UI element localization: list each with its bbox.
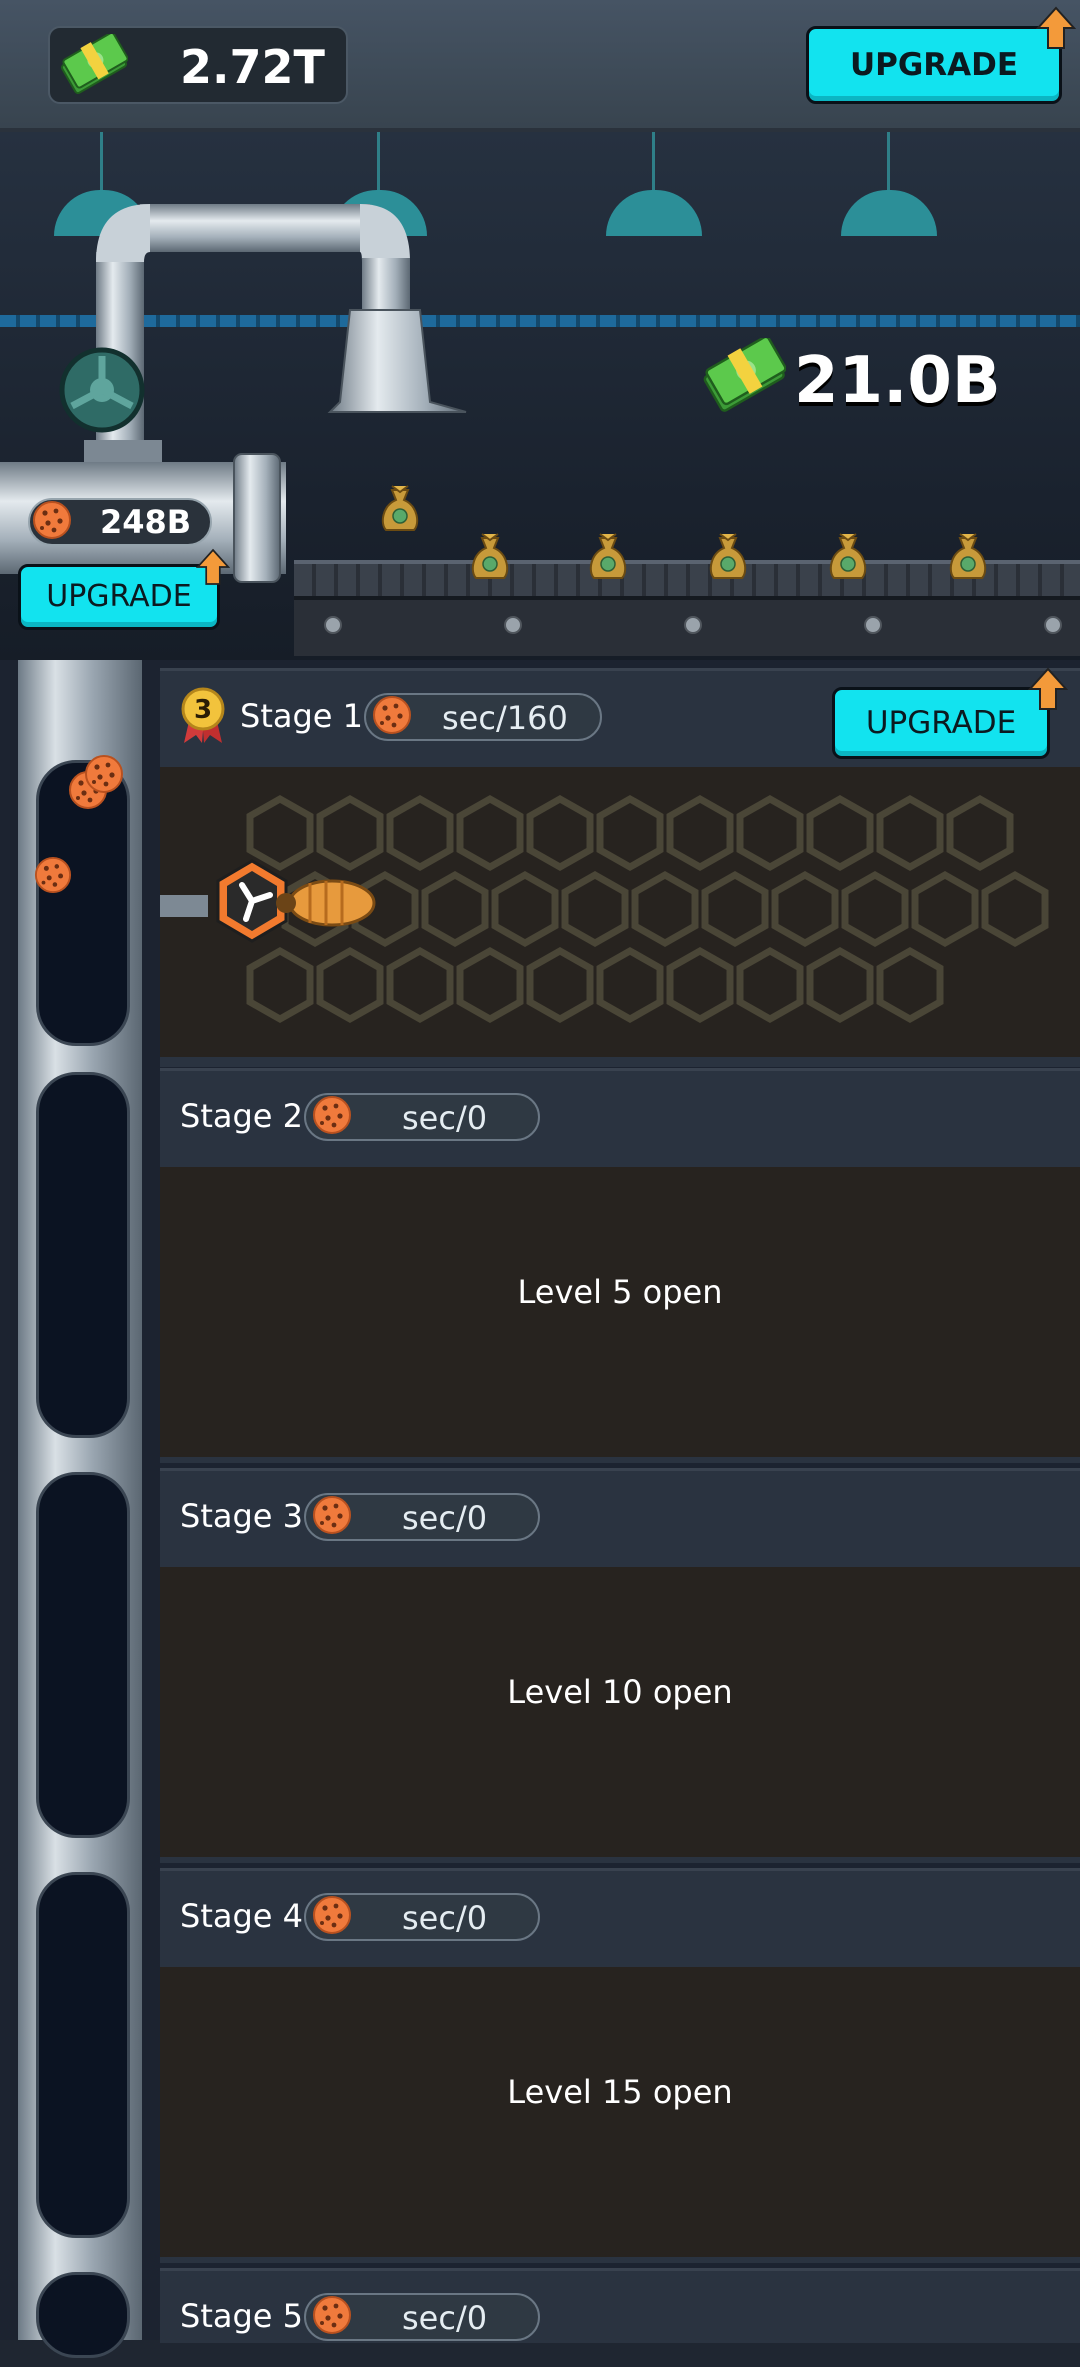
upgrade-arrow-icon — [1036, 6, 1076, 50]
level-medal-icon: 3 — [181, 687, 225, 743]
stage-2-rate: sec/0 — [304, 1093, 540, 1141]
stage-2-panel: Stage 2 sec/0 Level 5 open — [160, 1068, 1080, 1463]
hive-cell — [946, 794, 1014, 872]
stage-4-panel: Stage 4 sec/0 Level 15 open — [160, 1868, 1080, 2263]
top-upgrade-label: UPGRADE — [849, 47, 1019, 83]
tube-window — [36, 2272, 130, 2358]
hive-cell — [421, 870, 489, 948]
cookie-icon — [372, 695, 412, 735]
stage-4-title: Stage 4 — [180, 1897, 303, 1935]
money-bag-icon — [378, 484, 422, 534]
cookie-icon — [32, 500, 72, 540]
stage-3-locked-text: Level 10 open — [507, 1673, 733, 1711]
money-bag-icon — [586, 532, 630, 582]
hive-cell — [876, 946, 944, 1024]
cookie-icon — [312, 1095, 352, 1135]
cookie-icon — [84, 754, 124, 794]
hive-cell — [316, 946, 384, 1024]
hive-cell — [246, 946, 314, 1024]
hive-cell — [456, 794, 524, 872]
money-counter: 2.72T — [48, 26, 348, 104]
stage-3-rate: sec/0 — [304, 1493, 540, 1541]
hive-cell — [456, 946, 524, 1024]
cookie-tube — [18, 660, 142, 2358]
stage-4-rate: sec/0 — [304, 1893, 540, 1941]
hive-cell — [981, 870, 1049, 948]
cash-icon — [700, 338, 786, 412]
tube-window — [36, 1872, 130, 2238]
cash-icon — [58, 34, 128, 94]
stage-1-upgrade-label: UPGRADE — [865, 705, 1017, 741]
top-bar: 2.72T UPGRADE — [0, 0, 1080, 132]
tube-window — [36, 1072, 130, 1438]
upgrade-arrow-icon — [196, 548, 230, 586]
money-bag-icon — [706, 532, 750, 582]
tube-window — [36, 1472, 130, 1838]
upgrade-arrow-icon — [1028, 667, 1068, 711]
stage-5-rate: sec/0 — [304, 2293, 540, 2341]
hive-cell — [771, 870, 839, 948]
hive-cell — [316, 794, 384, 872]
cookie-icon — [34, 856, 72, 894]
hive-cell — [246, 794, 314, 872]
stage-3-panel: Stage 3 sec/0 Level 10 open — [160, 1468, 1080, 1863]
svg-text:3: 3 — [194, 695, 212, 725]
stage-3-title: Stage 3 — [180, 1497, 303, 1535]
hive-cell — [596, 794, 664, 872]
bulk-amount-display: 248B — [28, 498, 212, 546]
hive-cell — [386, 946, 454, 1024]
hive-cell — [806, 946, 874, 1024]
hive-cell — [736, 794, 804, 872]
hive-cell — [526, 946, 594, 1024]
cookie-icon — [312, 1895, 352, 1935]
stage-2-title: Stage 2 — [180, 1097, 303, 1135]
factory-scene: 248B UPGRADE 21.0B — [0, 132, 1080, 660]
stage-4-locked-text: Level 15 open — [507, 2073, 733, 2111]
hive-cell — [701, 870, 769, 948]
income-value: 21.0B — [794, 344, 1001, 418]
hive-cell — [876, 794, 944, 872]
hive-cell — [806, 794, 874, 872]
stage-1-title: Stage 1 — [240, 697, 363, 735]
stage-5-panel: Stage 5 sec/0 — [160, 2268, 1080, 2343]
stage-list: 3 Stage 1 sec/160 UPGRADE Stage 2 sec/0 … — [0, 660, 1080, 2358]
stage-1-hive — [146, 767, 1080, 1057]
money-bag-icon — [468, 532, 512, 582]
bulk-amount-value: 248B — [100, 503, 192, 541]
stage-5-title: Stage 5 — [180, 2297, 303, 2335]
hive-cell — [596, 946, 664, 1024]
stage-2-locked-text: Level 5 open — [517, 1273, 723, 1311]
stage-1-upgrade-button[interactable]: UPGRADE — [832, 687, 1050, 759]
factory-upgrade-button[interactable]: UPGRADE — [18, 564, 220, 630]
honeycomb-grid — [146, 794, 1049, 1024]
cookie-icon — [312, 1495, 352, 1535]
valve-icon — [59, 347, 145, 433]
fan-icon — [216, 859, 288, 943]
hive-cell — [911, 870, 979, 948]
cookie-icon — [312, 2295, 352, 2335]
factory-upgrade-label: UPGRADE — [46, 579, 192, 614]
hive-cell — [736, 946, 804, 1024]
hive-cell — [841, 870, 909, 948]
hive-cell — [666, 946, 734, 1024]
hive-cell — [666, 794, 734, 872]
hive-cell — [386, 794, 454, 872]
hive-cell — [631, 870, 699, 948]
money-bag-icon — [826, 532, 870, 582]
money-bag-icon — [946, 532, 990, 582]
stage-1-panel: 3 Stage 1 sec/160 UPGRADE — [146, 667, 1080, 1067]
hive-cell — [491, 870, 559, 948]
money-value: 2.72T — [180, 40, 325, 94]
top-upgrade-button[interactable]: UPGRADE — [806, 26, 1062, 104]
hive-cell — [561, 870, 629, 948]
hive-cell — [526, 794, 594, 872]
stage-1-rate: sec/160 — [364, 693, 602, 741]
